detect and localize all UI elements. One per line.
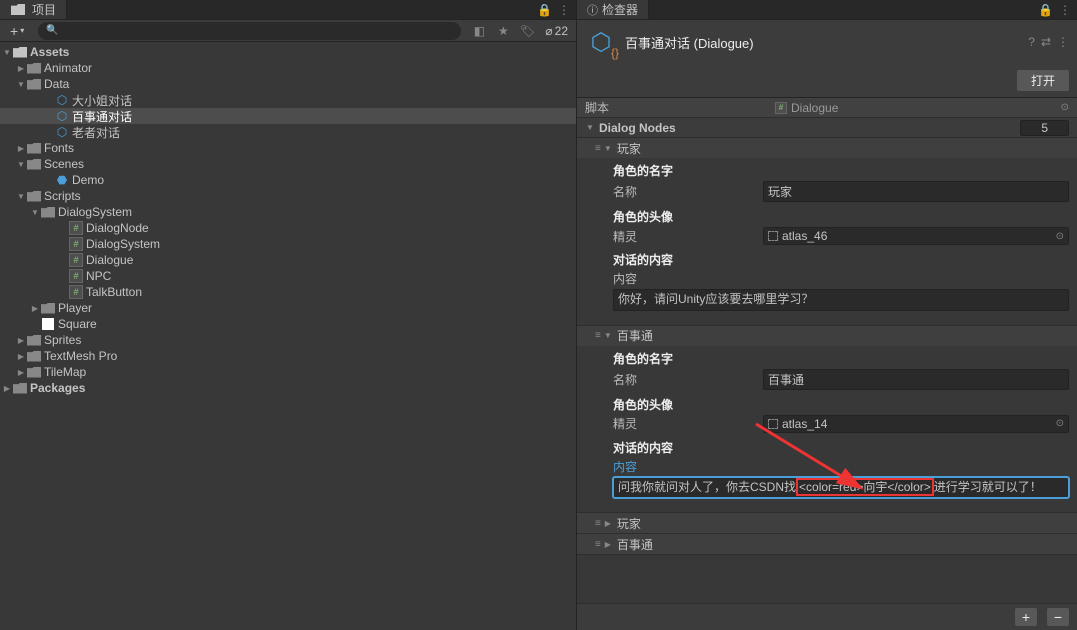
tree-fonts[interactable]: Fonts [0, 140, 576, 156]
asset-icon: ⬡{} [585, 26, 617, 58]
tree-square[interactable]: Square [0, 316, 576, 332]
tree-data-item[interactable]: ⬡百事通对话 [0, 108, 576, 124]
help-icon[interactable]: ? [1028, 35, 1035, 49]
search-icon: 🔍 [46, 25, 58, 36]
project-tab[interactable]: 项目 [0, 0, 67, 19]
object-picker-icon[interactable]: ⊙ [1056, 231, 1064, 242]
tree-script-item[interactable]: #DialogNode [0, 220, 576, 236]
visibility-icon: ⌀ [545, 24, 552, 38]
sprite-icon [42, 318, 54, 330]
dialog-nodes-header[interactable]: Dialog Nodes 5 [577, 118, 1077, 138]
script-label: 脚本 [585, 99, 775, 116]
name-input[interactable]: 百事通 [763, 369, 1069, 390]
dialog-node-header[interactable]: ≡百事通 [577, 534, 1077, 554]
tree-script-item[interactable]: #NPC [0, 268, 576, 284]
content-textarea[interactable]: 你好，请问Unity应该要去哪里学习？ [613, 289, 1069, 311]
tree-demo[interactable]: ⬣Demo [0, 172, 576, 188]
tree-sprites[interactable]: Sprites [0, 332, 576, 348]
prefab-icon: ⬡ [54, 108, 70, 124]
open-button[interactable]: 打开 [1017, 70, 1069, 91]
add-node-button[interactable]: + [1015, 608, 1037, 626]
menu-icon[interactable]: ⋮ [1057, 35, 1069, 49]
preset-icon[interactable]: ⇄ [1041, 35, 1051, 49]
sprite-thumb-icon [768, 231, 778, 241]
prefab-icon: ⬡ [54, 92, 70, 108]
tree-script-item[interactable]: #Dialogue [0, 252, 576, 268]
csharp-icon: # [69, 221, 83, 235]
search-input[interactable] [59, 25, 454, 37]
project-panel: 项目 🔒 ⋮ +▾ 🔍 ◧ ★ 🏷 ⌀ 22 Assets Animator D… [0, 0, 577, 630]
dialog-node-header[interactable]: ≡玩家 [577, 513, 1077, 533]
annotation-highlight: <color=red>向宇</color> [796, 478, 934, 496]
filter-favorite-button[interactable]: ★ [493, 22, 513, 40]
object-picker-icon[interactable]: ⊙ [1061, 102, 1069, 113]
tree-data-item[interactable]: ⬡大小姐对话 [0, 92, 576, 108]
project-toolbar: +▾ 🔍 ◧ ★ 🏷 ⌀ 22 [0, 20, 576, 42]
tree-dialogsystem[interactable]: DialogSystem [0, 204, 576, 220]
inspector-header: ⬡{} 百事通对话 (Dialogue) ? ⇄ ⋮ 打开 [577, 20, 1077, 98]
project-tab-label: 项目 [32, 1, 56, 18]
filter-label-button[interactable]: 🏷 [517, 22, 537, 40]
csharp-icon: # [69, 269, 83, 283]
tree-scripts[interactable]: Scripts [0, 188, 576, 204]
tree-script-item[interactable]: #TalkButton [0, 284, 576, 300]
tree-textmeshpro[interactable]: TextMesh Pro [0, 348, 576, 364]
inspector-tab[interactable]: ⓘ 检查器 [577, 0, 649, 19]
dialog-node: ≡百事通 [577, 534, 1077, 555]
list-footer: + − [577, 603, 1077, 630]
tree-player[interactable]: Player [0, 300, 576, 316]
project-tree: Assets Animator Data ⬡大小姐对话 ⬡百事通对话 ⬡老者对话… [0, 42, 576, 630]
csharp-icon: # [775, 102, 787, 114]
tree-tilemap[interactable]: TileMap [0, 364, 576, 380]
tree-packages[interactable]: Packages [0, 380, 576, 396]
lock-icon[interactable]: 🔒 [1038, 3, 1053, 17]
project-tab-bar: 项目 🔒 ⋮ [0, 0, 576, 20]
sprite-field[interactable]: atlas_14⊙ [763, 415, 1069, 433]
project-search[interactable]: 🔍 [38, 22, 461, 40]
dialog-node: ≡玩家 [577, 513, 1077, 534]
dialog-node-header[interactable]: ≡玩家 [577, 138, 1077, 158]
folder-icon [10, 2, 26, 18]
lock-icon[interactable]: 🔒 [537, 3, 552, 17]
sprite-field[interactable]: atlas_46⊙ [763, 227, 1069, 245]
remove-node-button[interactable]: − [1047, 608, 1069, 626]
inspector-tab-bar: ⓘ 检查器 🔒 ⋮ [577, 0, 1077, 20]
inspector-panel: ⓘ 检查器 🔒 ⋮ ⬡{} 百事通对话 (Dialogue) ? ⇄ ⋮ 打开 … [577, 0, 1077, 630]
filter-type-button[interactable]: ◧ [469, 22, 489, 40]
scene-icon: ⬣ [54, 172, 70, 188]
name-input[interactable]: 玩家 [763, 181, 1069, 202]
menu-icon[interactable]: ⋮ [558, 3, 570, 17]
csharp-icon: # [69, 253, 83, 267]
menu-icon[interactable]: ⋮ [1059, 3, 1071, 17]
sprite-thumb-icon [768, 419, 778, 429]
inspector-tab-label: 检查器 [602, 1, 638, 18]
add-button[interactable]: +▾ [4, 22, 30, 40]
tree-script-item[interactable]: #DialogSystem [0, 236, 576, 252]
tree-data[interactable]: Data [0, 76, 576, 92]
tree-animator[interactable]: Animator [0, 60, 576, 76]
hidden-count: ⌀ 22 [541, 24, 572, 38]
dialog-nodes-count[interactable]: 5 [1020, 120, 1069, 136]
csharp-icon: # [69, 237, 83, 251]
content-textarea[interactable]: 问我你就问对人了，你去CSDN找<color=red>向宇</color>进行学… [613, 477, 1069, 499]
asset-title: 百事通对话 (Dialogue) [625, 33, 1020, 52]
tree-assets[interactable]: Assets [0, 44, 576, 60]
object-picker-icon[interactable]: ⊙ [1056, 418, 1064, 429]
dialog-node-header[interactable]: ≡百事通 [577, 326, 1077, 346]
tree-scenes[interactable]: Scenes [0, 156, 576, 172]
tree-data-item[interactable]: ⬡老者对话 [0, 124, 576, 140]
script-row: 脚本 # Dialogue ⊙ [577, 98, 1077, 118]
dialog-node: ≡玩家 角色的名字 名称玩家 角色的头像 精灵atlas_46⊙ 对话的内容 内… [577, 138, 1077, 326]
prefab-icon: ⬡ [54, 124, 70, 140]
info-icon: ⓘ [587, 2, 598, 18]
dialog-node: ≡百事通 角色的名字 名称百事通 角色的头像 精灵atlas_14⊙ 对话的内容… [577, 326, 1077, 514]
script-value[interactable]: # Dialogue ⊙ [775, 101, 1069, 115]
csharp-icon: # [69, 285, 83, 299]
